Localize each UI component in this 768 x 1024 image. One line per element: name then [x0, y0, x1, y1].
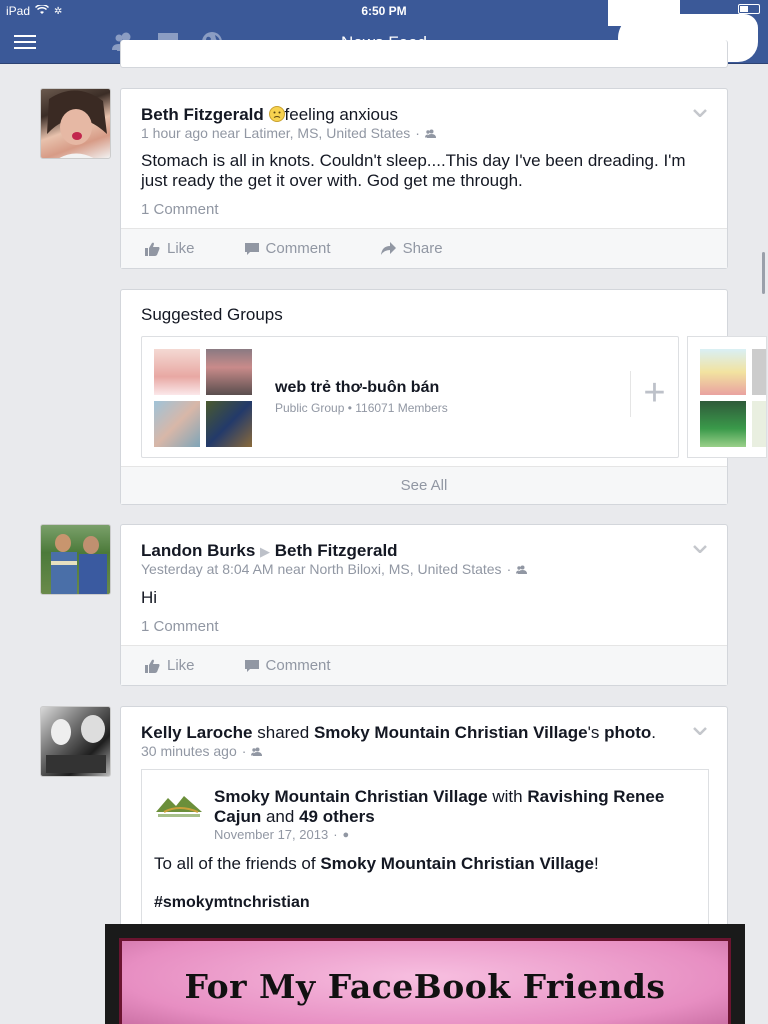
author-name[interactable]: Landon Burks: [141, 541, 255, 560]
avatar[interactable]: [40, 88, 111, 159]
shared-header: Smoky Mountain Christian Village with Ra…: [214, 787, 688, 827]
hashtag-link[interactable]: #smokymtnchristian: [154, 894, 310, 912]
photo-caption-text: For My FaceBook Friends: [184, 967, 666, 1006]
post-card: Landon Burks ▶ Beth Fitzgerald Yesterday…: [120, 524, 728, 686]
with-word: with: [492, 787, 523, 806]
friends-audience-icon: [516, 565, 528, 574]
post-header: Beth Fitzgerald feeling anxious: [141, 104, 687, 127]
group-photo: [206, 349, 252, 395]
comment-bubble-icon: [244, 243, 259, 255]
post-meta: 1 hour ago near Latimer, MS, United Stat…: [141, 125, 436, 141]
share-label: Share: [402, 240, 443, 257]
author-name[interactable]: Beth Fitzgerald: [141, 105, 264, 124]
avatar[interactable]: [40, 706, 111, 777]
header-period: .: [651, 723, 657, 742]
see-all-button[interactable]: See All: [121, 466, 727, 504]
post-text: Hi: [141, 588, 158, 607]
like-label: Like: [167, 240, 195, 257]
battery-icon: [738, 4, 760, 14]
possessive-suffix: 's: [587, 723, 600, 742]
group-suggestion-next[interactable]: [687, 336, 767, 458]
post-timestamp: 30 minutes ago: [141, 743, 237, 759]
avatar[interactable]: [40, 524, 111, 595]
shared-object-link[interactable]: photo: [604, 723, 651, 742]
shared-text-suffix: !: [593, 854, 599, 873]
previous-story-card: [120, 40, 728, 68]
share-arrow-icon: [380, 242, 396, 255]
comment-label: Comment: [265, 240, 331, 257]
shared-text-prefix: To all of the friends of: [154, 854, 316, 873]
group-photo: [154, 401, 200, 447]
dot-separator: ·: [241, 743, 247, 759]
author-name[interactable]: Kelly Laroche: [141, 723, 253, 742]
photo-frame: For My FaceBook Friends: [119, 938, 731, 1024]
post-card: Beth Fitzgerald feeling anxious 1 hour a…: [120, 88, 728, 269]
comment-count[interactable]: 1 Comment: [141, 201, 219, 218]
group-suggestion[interactable]: web trẻ thơ-buôn bán Public Group • 1160…: [141, 336, 679, 458]
comment-button[interactable]: Comment: [244, 657, 331, 674]
and-word: and: [265, 807, 295, 826]
dot-separator: ·: [333, 827, 338, 842]
post-actions: Like Comment Share: [121, 228, 727, 268]
shared-page-name[interactable]: Smoky Mountain Christian Village: [314, 723, 588, 742]
friends-audience-icon: [424, 129, 436, 138]
public-globe-icon: ●: [342, 828, 350, 841]
group-name[interactable]: web trẻ thơ-buôn bán: [275, 379, 439, 397]
dot-separator: ·: [506, 561, 512, 577]
like-label: Like: [167, 657, 195, 674]
shared-page-name[interactable]: Smoky Mountain Christian Village: [214, 787, 488, 806]
post-meta: Yesterday at 8:04 AM near North Biloxi, …: [141, 561, 528, 577]
shared-word: shared: [257, 723, 310, 742]
suggested-groups-title: Suggested Groups: [141, 305, 283, 324]
post-timestamp: Yesterday at 8:04 AM near North Biloxi, …: [141, 561, 502, 577]
shared-meta: November 17, 2013 · ●: [214, 827, 349, 842]
tagged-others[interactable]: 49 others: [299, 807, 375, 826]
post-header: Landon Burks ▶ Beth Fitzgerald: [141, 540, 687, 562]
post-actions: Like Comment: [121, 645, 727, 685]
shared-photo[interactable]: For My FaceBook Friends: [105, 924, 745, 1024]
thumbs-up-icon: [145, 659, 160, 673]
comment-label: Comment: [265, 657, 331, 674]
post-text: Stomach is all in knots. Couldn't sleep.…: [141, 151, 686, 190]
post-meta: 30 minutes ago ·: [141, 743, 263, 759]
feeling-text: feeling anxious: [284, 105, 398, 124]
group-meta: Public Group • 116071 Members: [275, 401, 448, 415]
comment-count[interactable]: 1 Comment: [141, 618, 219, 635]
like-button[interactable]: Like: [145, 240, 195, 257]
anxious-emoji-icon: [268, 106, 285, 127]
chevron-down-icon[interactable]: [693, 727, 707, 735]
like-button[interactable]: Like: [145, 657, 195, 674]
post-header: Kelly Laroche shared Smoky Mountain Chri…: [141, 722, 687, 743]
shared-text: To all of the friends of Smoky Mountain …: [154, 854, 599, 874]
group-photo: [752, 401, 766, 447]
share-button[interactable]: Share: [380, 240, 443, 257]
suggested-groups-card: Suggested Groups web trẻ thơ-buôn bán Pu…: [120, 289, 767, 505]
arrow-right-icon: ▶: [260, 544, 271, 559]
shared-date: November 17, 2013: [214, 827, 329, 842]
group-photo: [700, 401, 746, 447]
post-timestamp: 1 hour ago near Latimer, MS, United Stat…: [141, 125, 411, 141]
target-name[interactable]: Beth Fitzgerald: [275, 541, 398, 560]
scrollbar[interactable]: [762, 252, 765, 294]
group-photo: [154, 349, 200, 395]
comment-bubble-icon: [244, 660, 259, 672]
join-group-button[interactable]: +: [630, 371, 678, 417]
thumbs-up-icon: [145, 242, 160, 256]
chevron-down-icon[interactable]: [693, 109, 707, 117]
page-logo: [154, 790, 204, 820]
comment-button[interactable]: Comment: [244, 240, 331, 257]
shared-text-page[interactable]: Smoky Mountain Christian Village: [320, 854, 594, 873]
chevron-down-icon[interactable]: [693, 545, 707, 553]
group-photo: [752, 349, 766, 395]
dot-separator: ·: [415, 125, 420, 141]
group-photo: [700, 349, 746, 395]
friends-audience-icon: [251, 747, 263, 756]
group-photo: [206, 401, 252, 447]
